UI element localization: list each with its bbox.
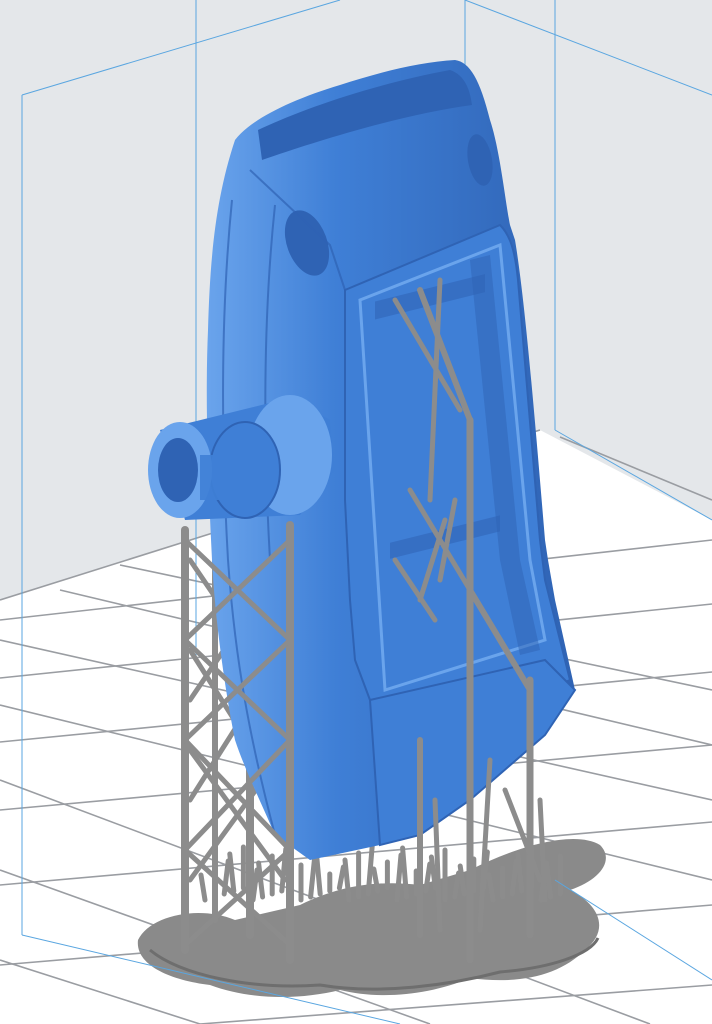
build-scene[interactable] xyxy=(0,0,712,1024)
model-boss-flat xyxy=(200,455,250,500)
3d-viewport[interactable] xyxy=(0,0,712,1024)
model-boss-bore xyxy=(158,438,198,502)
